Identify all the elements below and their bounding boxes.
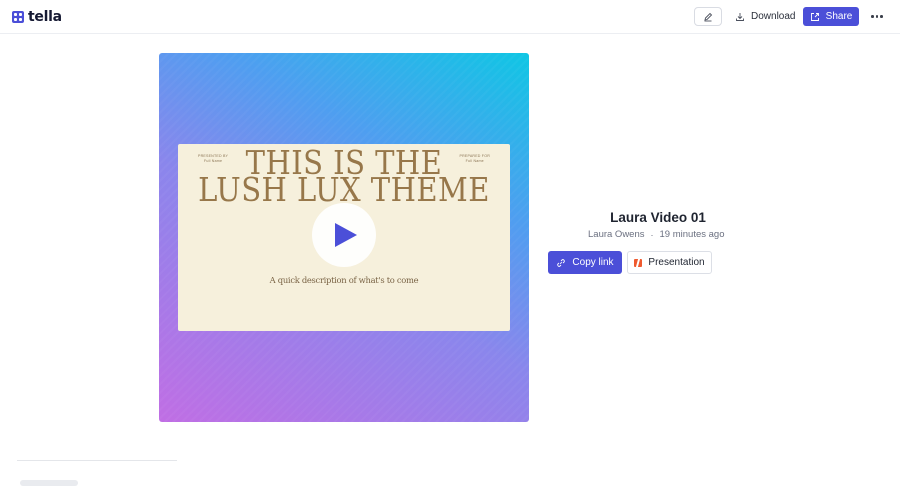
more-horizontal-icon <box>871 15 883 18</box>
top-bar: tella Download Share <box>0 0 900 34</box>
presentation-button[interactable]: Presentation <box>627 251 712 274</box>
edit-button[interactable] <box>694 7 722 26</box>
video-meta: Laura Owens · 19 minutes ago <box>588 229 724 240</box>
bottom-placeholder <box>20 480 78 486</box>
pencil-icon <box>704 12 713 21</box>
logo-icon <box>12 11 24 23</box>
timestamp: 19 minutes ago <box>659 229 725 240</box>
video-title: Laura Video 01 <box>610 210 706 225</box>
divider <box>17 460 177 461</box>
presentation-icon <box>634 258 643 267</box>
slide-title: THIS IS THE LUSH LUX THEME <box>198 143 490 209</box>
play-icon <box>335 223 357 247</box>
share-icon <box>810 12 819 21</box>
more-options-button[interactable] <box>869 7 885 26</box>
share-button[interactable]: Share <box>803 7 859 26</box>
author-name: Laura Owens <box>588 229 645 240</box>
tella-logo[interactable]: tella <box>12 9 62 25</box>
play-button[interactable] <box>312 203 376 267</box>
share-label: Share <box>825 11 853 22</box>
copy-link-label: Copy link <box>572 257 614 268</box>
download-label: Download <box>751 11 796 22</box>
download-icon <box>736 12 744 21</box>
presentation-label: Presentation <box>648 257 705 268</box>
meta-separator: · <box>650 229 654 240</box>
copy-link-button[interactable]: Copy link <box>548 251 622 274</box>
link-icon <box>557 258 566 267</box>
slide-description: A quick description of what's to come <box>269 275 419 285</box>
logo-text: tella <box>28 9 62 25</box>
video-player[interactable]: PRESENTED BY Full Name PREPARED FOR Full… <box>159 53 529 422</box>
download-button[interactable]: Download <box>731 7 799 26</box>
